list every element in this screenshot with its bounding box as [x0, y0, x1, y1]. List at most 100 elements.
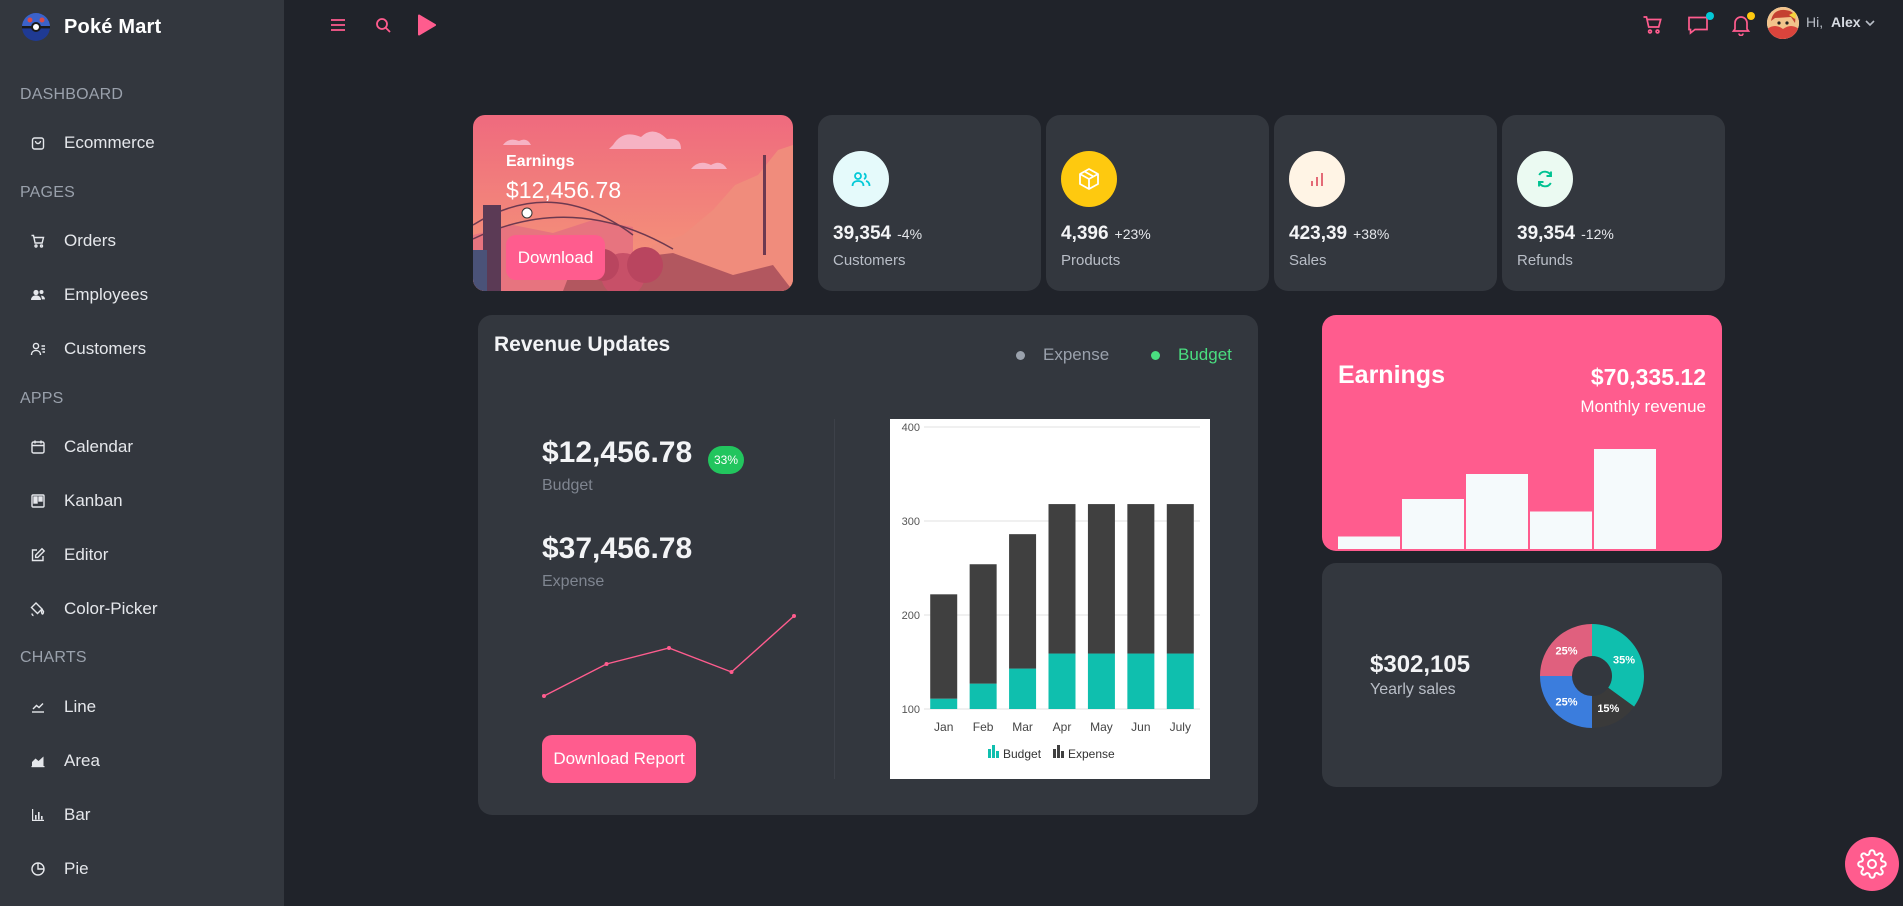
download-button[interactable]: Download — [506, 235, 605, 280]
chat-notification-dot — [1706, 12, 1714, 20]
budget-badge: 33% — [708, 446, 744, 474]
legend-label: Expense — [1068, 747, 1115, 761]
stacked-bar-chart: 100 200 300 400 Jan Feb Mar Apr May Jun July Budget… — [902, 422, 1200, 761]
paint-bucket-icon — [30, 602, 45, 617]
donut-label: 25% — [1556, 646, 1578, 658]
x-tick-label: Jan — [934, 720, 953, 734]
expense-bar — [1127, 504, 1155, 654]
revenue-updates-card: Revenue Updates Expense Budget $12,456.7… — [478, 315, 1258, 815]
revenue-bar — [1594, 449, 1656, 549]
sidebar-item-kanban[interactable]: Kanban — [30, 486, 260, 516]
sidebar-item-employees[interactable]: Employees — [30, 280, 260, 310]
kanban-icon — [31, 494, 45, 508]
sidebar-item-label: Employees — [64, 285, 149, 304]
user-greeting[interactable]: Hi, Alex — [1806, 14, 1861, 30]
stat-value-row: 4,396 +23% — [1061, 223, 1151, 245]
sparkline-point — [729, 670, 734, 674]
section-title-charts: CHARTS — [20, 649, 87, 666]
legend-swatch — [1061, 751, 1064, 758]
x-tick-label: Apr — [1053, 720, 1072, 734]
gear-icon — [1857, 849, 1887, 879]
notifications-button[interactable] — [1729, 12, 1755, 37]
sidebar-item-label: Bar — [64, 805, 91, 824]
stat-change: -4% — [897, 226, 923, 242]
stat-icon-bg[interactable] — [1061, 151, 1117, 207]
search-button[interactable] — [371, 13, 395, 37]
legend-label: Budget — [1178, 345, 1232, 364]
expense-bar — [1048, 504, 1076, 654]
sidebar-item-ecommerce[interactable]: Ecommerce — [30, 128, 260, 158]
stat-value-row: 423,39 +38% — [1289, 223, 1389, 245]
donut-label: 25% — [1556, 696, 1578, 708]
sidebar-item-pie[interactable]: Pie — [30, 854, 260, 884]
stat-icon-bg[interactable] — [1289, 151, 1345, 207]
chat-button[interactable] — [1685, 12, 1714, 37]
download-report-button[interactable]: Download Report — [542, 735, 696, 783]
sidebar-item-line[interactable]: Line — [30, 692, 260, 722]
expense-bar — [1087, 504, 1115, 654]
sidebar-item-editor[interactable]: Editor — [30, 540, 260, 570]
sidebar-item-customers[interactable]: Customers — [30, 334, 260, 364]
sparkline-path — [543, 615, 795, 697]
hero-title: Earnings — [506, 153, 575, 170]
stat-icon-bg[interactable] — [833, 151, 889, 207]
legend-swatch — [988, 749, 991, 758]
monthly-revenue-bars — [1338, 449, 1656, 549]
avatar[interactable] — [1767, 7, 1799, 39]
budget-label: Budget — [542, 477, 593, 494]
revenue-bar — [1466, 474, 1528, 549]
box-icon — [1079, 168, 1099, 190]
y-tick-label: 300 — [902, 516, 920, 528]
x-tick-label: Feb — [973, 720, 994, 734]
settings-button[interactable] — [1845, 837, 1899, 891]
yearly-value: $302,105 — [1370, 651, 1471, 678]
sidebar-item-label: Kanban — [64, 491, 123, 510]
budget-bar — [930, 698, 958, 709]
edit-icon — [31, 547, 46, 562]
budget-expense-chart: 100 200 300 400 Jan Feb Mar Apr May Jun July Budget… — [890, 419, 1210, 779]
stat-value: 39,354 — [833, 223, 892, 244]
menu-button[interactable] — [326, 13, 350, 37]
legend-dot — [1151, 350, 1160, 360]
menu-icon — [331, 19, 345, 31]
yearly-sales-card: $302,105 Yearly sales 35% 15% 25% 25% — [1322, 563, 1722, 787]
budget-bar — [1009, 668, 1037, 709]
stat-value-row: 39,354 -4% — [833, 223, 922, 245]
chevron-down-icon — [1865, 20, 1875, 27]
x-tick-label: Mar — [1012, 720, 1033, 734]
sidebar-item-area[interactable]: Area — [30, 746, 260, 776]
bar-chart-icon — [32, 809, 44, 821]
greeting-text: Hi, — [1806, 14, 1824, 30]
y-tick-label: 100 — [902, 704, 920, 716]
pie-chart-icon — [31, 862, 45, 876]
sidebar-item-orders[interactable]: Orders — [30, 226, 260, 256]
legend-swatch — [996, 751, 999, 758]
user-menu-toggle[interactable] — [1863, 16, 1877, 30]
brand[interactable]: Poké Mart — [20, 10, 161, 44]
cart-button[interactable] — [1641, 13, 1665, 37]
shopping-bag-icon — [31, 137, 45, 150]
sidebar-item-label: Line — [64, 697, 97, 716]
cart-icon — [31, 234, 45, 248]
monthly-earnings-card: Earnings $70,335.12 Monthly revenue — [1322, 315, 1722, 551]
sidebar-item-bar[interactable]: Bar — [30, 800, 260, 830]
play-button[interactable] — [414, 13, 438, 37]
divider — [834, 419, 835, 779]
cart-icon — [1643, 16, 1662, 34]
sparkline-point — [667, 646, 671, 650]
contacts-icon — [30, 342, 45, 356]
expense-bar — [969, 564, 997, 684]
budget-bar — [1127, 653, 1155, 709]
budget-bar — [1166, 653, 1194, 709]
sidebar-item-label: Orders — [64, 231, 116, 250]
sidebar: Poké Mart DASHBOARD Ecommerce PAGES Orde… — [0, 0, 284, 906]
earnings-hero-card: Earnings $12,456.78 Download — [473, 115, 793, 291]
stat-icon-bg[interactable] — [1517, 151, 1573, 207]
expense-label: Expense — [542, 573, 605, 590]
sidebar-item-calendar[interactable]: Calendar — [30, 432, 260, 462]
stat-label: Customers — [833, 252, 906, 269]
sidebar-item-color-picker[interactable]: Color-Picker — [30, 594, 260, 624]
sidebar-item-label: Editor — [64, 545, 109, 564]
x-tick-label: Jun — [1131, 720, 1150, 734]
stat-card-sales: 423,39 +38% Sales — [1274, 115, 1497, 291]
